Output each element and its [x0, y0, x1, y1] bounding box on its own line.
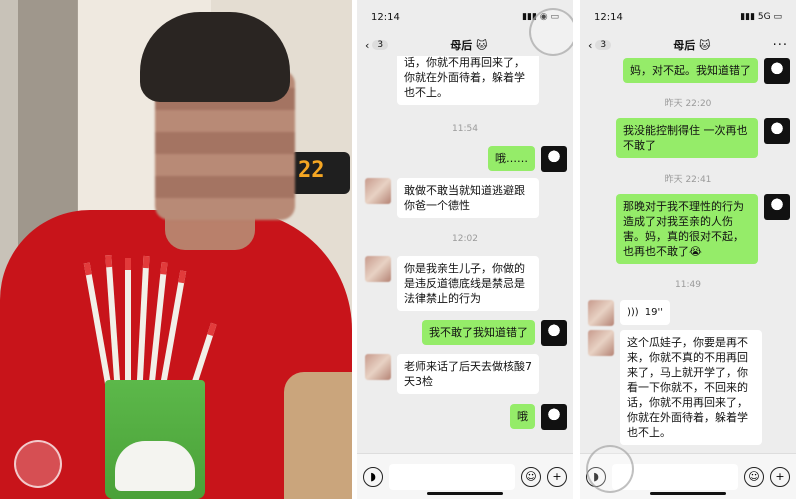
outgoing-message[interactable]: 哦 — [510, 404, 535, 429]
home-indicator — [650, 492, 726, 495]
home-indicator — [427, 492, 503, 495]
incoming-message[interactable]: 话，你就不用再回来了，你就在外面待着，躲着学也不上。 — [397, 56, 539, 105]
avatar — [541, 404, 567, 430]
message-row: 哦…… — [357, 146, 573, 172]
plus-icon[interactable]: + — [770, 466, 790, 487]
chat-title: 母后 🐱 — [450, 39, 488, 52]
message-row: 话，你就不用再回来了，你就在外面待着，躲着学也不上。 — [357, 56, 573, 105]
watermark-logo — [529, 8, 573, 56]
outgoing-message[interactable]: 哦…… — [488, 146, 535, 171]
outgoing-message[interactable]: 我不敢了我知道错了 — [422, 320, 535, 345]
outgoing-message[interactable]: 那晚对于我不理性的行为造成了对我至亲的人伤害。妈，真的很对不起，也再也不敢了😭 — [616, 194, 758, 264]
message-row: ))) 19'' — [580, 300, 796, 326]
chat-title: 母后 🐱 — [673, 39, 711, 52]
timestamp: 昨天 22:41 — [664, 175, 712, 185]
voice-message[interactable]: ))) 19'' — [620, 300, 670, 325]
voice-duration: 19'' — [644, 307, 663, 318]
hair — [140, 12, 290, 102]
avatar — [541, 320, 567, 346]
avatar — [588, 330, 614, 356]
incoming-message[interactable]: 老师来话了后天去做核酸7天3检 — [397, 354, 539, 394]
message-row: 你是我亲生儿子，你做的是违反道德底线是禁忌是法律禁止的行为 — [357, 256, 573, 311]
message-row: 哦 — [357, 404, 573, 430]
chat-nav-bar: ‹ 3 母后 🐱 ··· — [580, 34, 796, 56]
unread-count-badge: 3 — [595, 40, 612, 50]
avatar — [365, 178, 391, 204]
voice-input-icon[interactable]: ◗ — [363, 466, 383, 487]
outgoing-message[interactable]: 我没能控制得住 一次再也不敢了 — [616, 118, 758, 158]
photo-panel: 22 — [0, 0, 352, 499]
chat-screenshot-right: 12:14 ▮▮▮ 5G ▭ ‹ 3 母后 🐱 ··· 妈，对不起。我知道错了 … — [580, 0, 796, 499]
message-row: 那晚对于我不理性的行为造成了对我至亲的人伤害。妈，真的很对不起，也再也不敢了😭 — [580, 194, 796, 264]
voice-wave-icon: ))) — [627, 307, 639, 318]
watermark-logo — [586, 445, 634, 493]
chat-title-text: 母后 — [450, 39, 473, 52]
message-row: 妈，对不起。我知道错了 — [580, 58, 796, 84]
message-row: 敢做不敢当就知道逃避跟你爸一个德性 — [357, 178, 573, 218]
chevron-left-icon: ‹ — [365, 38, 370, 52]
incoming-message[interactable]: 这个瓜娃子，你要是再不来，你就不真的不用再回来了，马上就开学了，你看一下你就不，… — [620, 330, 762, 445]
chair — [284, 372, 352, 499]
signal-battery-icons: ▮▮▮ 5G ▭ — [740, 12, 782, 22]
message-list[interactable]: 话，你就不用再回来了，你就在外面待着，躲着学也不上。 11:54 哦…… 敢做不… — [357, 56, 573, 453]
timestamp: 12:02 — [452, 234, 478, 244]
status-time: 12:14 — [371, 11, 400, 23]
more-icon[interactable]: ··· — [773, 38, 788, 53]
incoming-message[interactable]: 敢做不敢当就知道逃避跟你爸一个德性 — [397, 178, 539, 218]
avatar — [588, 300, 614, 326]
thermostat-display: 22 — [290, 152, 350, 194]
thermostat-value: 22 — [298, 158, 325, 183]
message-list[interactable]: 妈，对不起。我知道错了 昨天 22:20 我没能控制得住 一次再也不敢了 昨天 … — [580, 56, 796, 453]
network-type: 5G — [757, 12, 771, 22]
avatar — [365, 256, 391, 282]
chopstick-cup — [105, 380, 205, 499]
chat-screenshot-left: 12:14 ▮▮▮ ◉ ▭ ‹ 3 母后 🐱 ··· 话，你就不用再回来了，你就… — [357, 0, 573, 499]
back-button[interactable]: ‹ 3 — [588, 38, 612, 52]
avatar — [764, 118, 790, 144]
milk-splash-graphic — [115, 441, 195, 491]
timestamp: 昨天 22:20 — [664, 99, 712, 109]
timestamp: 11:49 — [675, 280, 701, 290]
back-button[interactable]: ‹ 3 — [365, 38, 389, 52]
message-input[interactable] — [389, 463, 515, 490]
emoji-icon[interactable]: ☺ — [521, 466, 541, 487]
watermark-logo — [14, 440, 62, 488]
avatar — [764, 58, 790, 84]
timestamp: 11:54 — [452, 124, 478, 134]
message-row: 老师来话了后天去做核酸7天3检 — [357, 354, 573, 394]
avatar — [764, 194, 790, 220]
status-time: 12:14 — [594, 11, 623, 23]
status-bar: 12:14 ▮▮▮ 5G ▭ — [580, 0, 796, 34]
chat-title-text: 母后 — [673, 39, 696, 52]
message-row: 我不敢了我知道错了 — [357, 320, 573, 346]
plus-icon[interactable]: + — [547, 466, 567, 487]
avatar — [541, 146, 567, 172]
avatar — [365, 354, 391, 380]
message-row: 这个瓜娃子，你要是再不来，你就不真的不用再回来了，马上就开学了，你看一下你就不，… — [580, 330, 796, 445]
chevron-left-icon: ‹ — [588, 38, 593, 52]
emoji-icon[interactable]: ☺ — [744, 466, 764, 487]
chopstick — [125, 258, 131, 388]
incoming-message[interactable]: 你是我亲生儿子，你做的是违反道德底线是禁忌是法律禁止的行为 — [397, 256, 539, 311]
message-row: 我没能控制得住 一次再也不敢了 — [580, 118, 796, 158]
outgoing-message[interactable]: 妈，对不起。我知道错了 — [623, 58, 758, 83]
unread-count-badge: 3 — [372, 40, 389, 50]
